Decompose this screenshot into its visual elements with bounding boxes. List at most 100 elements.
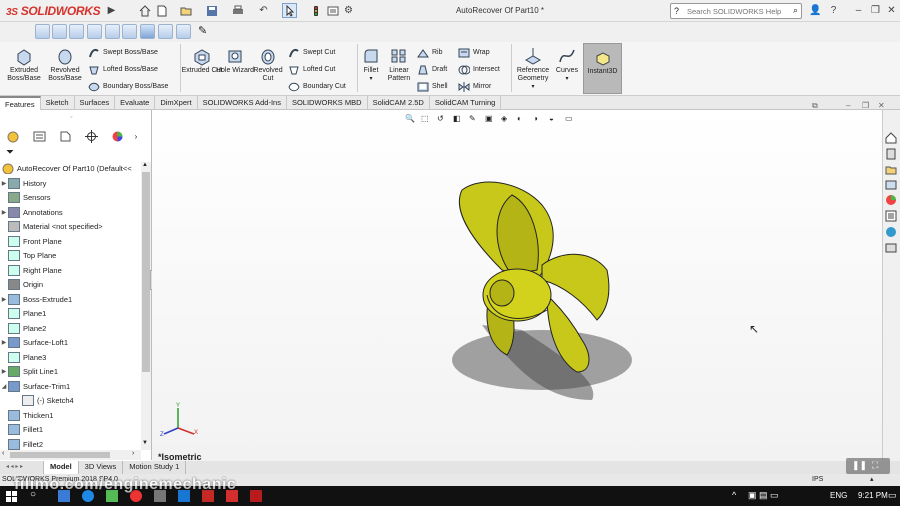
save-icon[interactable] — [204, 3, 219, 18]
minimize-icon[interactable]: – — [851, 3, 866, 18]
help-pane-icon[interactable] — [885, 242, 897, 254]
view-orientation-icon[interactable]: ▣ — [485, 114, 498, 127]
display-style-icon[interactable]: ◈ — [501, 114, 514, 127]
tree-item[interactable]: Plane1 — [0, 307, 142, 322]
tab-solidworks-addins[interactable]: SOLIDWORKS Add-Ins — [198, 96, 287, 110]
units-selector[interactable]: IPS — [812, 474, 823, 486]
tree-item[interactable]: Sensors — [0, 191, 142, 206]
design-library-icon[interactable] — [885, 148, 897, 160]
traffic-light-icon[interactable] — [308, 3, 323, 18]
video-controls[interactable]: ❚❚ ⛶ — [846, 458, 890, 474]
filter-icon[interactable]: ⏷ — [6, 147, 14, 158]
draft-button[interactable]: Draft — [417, 62, 447, 77]
custom-properties-icon[interactable] — [885, 210, 897, 222]
tree-horizontal-scrollbar[interactable]: ‹ › — [0, 450, 141, 460]
tray-icons[interactable]: ▣ ▤ ▭ — [748, 490, 779, 501]
zoom-to-fit-icon[interactable]: 🔍 — [405, 114, 418, 127]
tree-root[interactable]: AutoRecover Of Part10 (Default<< — [2, 161, 142, 176]
apply-scene-icon[interactable]: ◒ — [549, 114, 562, 127]
boundary-cut-button[interactable]: Boundary Cut — [288, 79, 346, 94]
open-folder-icon[interactable] — [178, 3, 193, 18]
dropdown-arrow-icon[interactable]: ▾ — [512, 83, 554, 91]
curves-button[interactable]: Curves ▾ — [549, 44, 585, 94]
tab-evaluate[interactable]: Evaluate — [115, 96, 156, 110]
feature-manager-tab[interactable] — [0, 128, 26, 144]
tree-scroll-thumb[interactable] — [142, 172, 150, 372]
tree-item[interactable]: ▶ Surface-Loft1 — [0, 336, 142, 351]
tab-sketch[interactable]: Sketch — [41, 96, 75, 110]
status-dropdown-icon[interactable]: ▴ — [870, 474, 874, 486]
solidworks-resources-icon[interactable] — [885, 132, 897, 144]
panel-grip-icon[interactable]: ◦ — [70, 114, 72, 121]
notifications-icon[interactable]: ▭ — [888, 490, 897, 501]
tab-model[interactable]: Model — [44, 461, 79, 474]
search-input[interactable] — [687, 4, 787, 18]
tree-item[interactable]: ◢ Surface-Trim1 — [0, 379, 142, 394]
tab-features[interactable]: Features — [0, 96, 41, 110]
doc-minimize-icon[interactable]: – — [846, 101, 850, 110]
horizontal-scroll-thumb[interactable] — [10, 452, 110, 458]
user-icon[interactable]: 👤 — [808, 3, 823, 18]
tray-arrow-icon[interactable]: ^ — [732, 490, 736, 500]
expand-arrow-icon[interactable]: ▶ — [0, 209, 8, 216]
clock[interactable]: 9:21 PM — [858, 491, 888, 500]
help-icon[interactable]: ? — [826, 3, 841, 18]
mirror-button[interactable]: Mirror — [458, 79, 491, 94]
dimxpert-manager-tab[interactable] — [78, 128, 104, 144]
view-cube-icon[interactable] — [69, 24, 84, 39]
tree-item[interactable]: Front Plane — [0, 234, 142, 249]
view-cube-icon[interactable] — [35, 24, 50, 39]
edit-appearance-icon[interactable]: ◑ — [533, 114, 546, 127]
scroll-up-icon[interactable]: ▲ — [142, 162, 148, 168]
previous-view-icon[interactable]: ↺ — [437, 114, 450, 127]
wrap-button[interactable]: Wrap — [458, 45, 490, 60]
tree-item[interactable]: Origin — [0, 278, 142, 293]
tab-dimxpert[interactable]: DimXpert — [155, 96, 198, 110]
graphics-area[interactable] — [152, 110, 882, 461]
view-palette-icon[interactable] — [885, 179, 897, 191]
swept-boss-button[interactable]: Swept Boss/Base — [88, 45, 158, 60]
appearances-icon[interactable] — [885, 194, 897, 206]
magnifier-icon[interactable]: ⌕ — [793, 5, 798, 16]
select-arrow-icon[interactable] — [282, 3, 297, 18]
search-help-box[interactable]: ? ⌕ — [670, 3, 802, 19]
revolved-boss-button[interactable]: Revolved Boss/Base — [44, 44, 86, 94]
expand-arrow-icon[interactable]: ▶ — [0, 339, 8, 346]
scroll-right-icon[interactable]: › — [132, 450, 134, 457]
solidworks-forum-icon[interactable] — [885, 226, 897, 238]
doc-restore-icon[interactable]: ❐ — [862, 101, 869, 110]
options-gear-icon[interactable]: ⚙ — [341, 3, 356, 18]
view-cube-selected-icon[interactable] — [140, 24, 155, 39]
menu-arrow-icon[interactable]: ▶ — [104, 3, 119, 18]
tab-solidworks-mbd[interactable]: SOLIDWORKS MBD — [287, 96, 368, 110]
shell-button[interactable]: Shell — [417, 79, 448, 94]
tree-item[interactable]: Fillet1 — [0, 423, 142, 438]
scroll-left-icon[interactable]: ‹ — [2, 450, 4, 457]
view-cube-icon[interactable] — [158, 24, 173, 39]
lofted-boss-button[interactable]: Lofted Boss/Base — [88, 62, 158, 77]
tab-scroll-arrows-icon[interactable]: ◂ ◂ ▸ ▸ — [0, 461, 44, 474]
tab-solidcam-turning[interactable]: SolidCAM Turning — [430, 96, 502, 110]
tab-surfaces[interactable]: Surfaces — [75, 96, 116, 110]
close-icon[interactable]: ✕ — [884, 3, 899, 18]
tree-item[interactable]: Top Plane — [0, 249, 142, 264]
view-cube-icon[interactable] — [122, 24, 137, 39]
expand-arrow-icon[interactable]: ▶ — [0, 296, 8, 303]
display-manager-tab[interactable] — [104, 128, 130, 144]
swept-cut-button[interactable]: Swept Cut — [288, 45, 335, 60]
instant3d-button[interactable]: Instant3D — [583, 43, 622, 94]
extruded-boss-button[interactable]: Extruded Boss/Base — [3, 44, 45, 94]
language-indicator[interactable]: ENG — [830, 491, 847, 500]
new-document-icon[interactable] — [154, 3, 169, 18]
propeller-model[interactable] — [152, 110, 882, 461]
print-icon[interactable] — [230, 3, 245, 18]
reference-geometry-button[interactable]: Reference Geometry ▾ — [512, 44, 554, 94]
solidworks-logo[interactable]: 3S SOLIDWORKS — [6, 4, 101, 18]
lofted-cut-button[interactable]: Lofted Cut — [288, 62, 335, 77]
expanded-arrow-icon[interactable]: ◢ — [0, 383, 8, 390]
pause-icon[interactable]: ❚❚ — [852, 460, 867, 471]
tab-motion-study[interactable]: Motion Study 1 — [123, 461, 187, 474]
expand-arrow-icon[interactable]: ▶ — [0, 368, 8, 375]
scroll-down-icon[interactable]: ▼ — [142, 440, 148, 446]
tree-item[interactable]: ▶ History — [0, 176, 142, 191]
